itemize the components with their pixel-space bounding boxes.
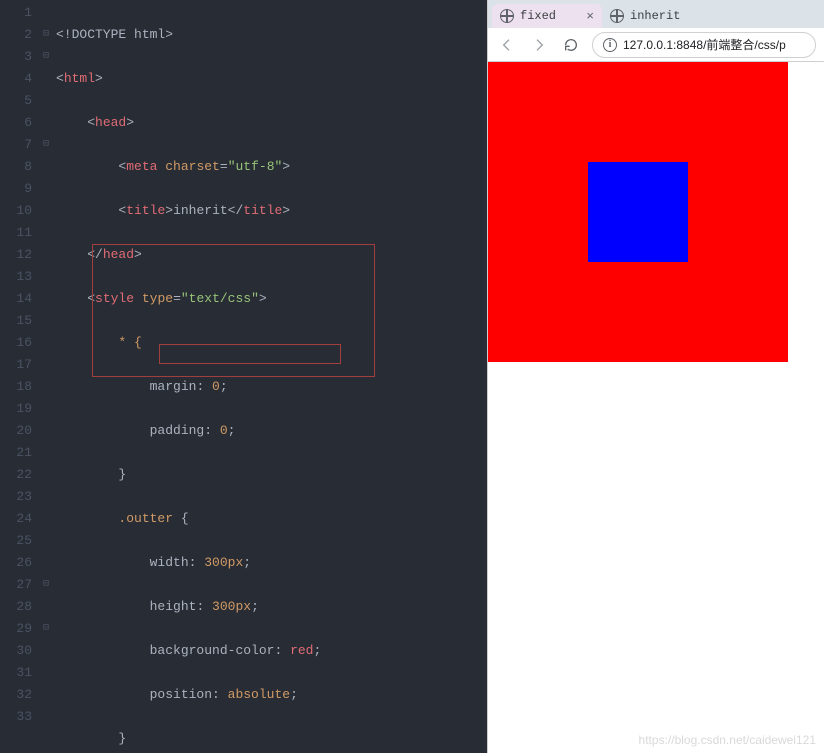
tab-fixed[interactable]: fixed × (492, 4, 602, 28)
code-doctype: <!DOCTYPE html> (56, 27, 173, 42)
back-button[interactable] (496, 34, 518, 56)
arrow-right-icon (531, 37, 547, 53)
watermark: https://blog.csdn.net/caidewei121 (639, 733, 816, 747)
globe-icon (610, 9, 624, 23)
inner-div (588, 162, 688, 262)
browser-toolbar: i 127.0.0.1:8848/前端整合/css/p (488, 28, 824, 62)
tab-inherit[interactable]: inherit (602, 4, 712, 28)
tab-label: inherit (630, 9, 680, 23)
page-viewport (488, 62, 824, 753)
arrow-left-icon (499, 37, 515, 53)
code-editor: 1234567891011121314151617181920212223242… (0, 0, 487, 753)
site-info-icon[interactable]: i (603, 38, 617, 52)
outter-div (488, 62, 788, 362)
close-icon[interactable]: × (586, 9, 594, 24)
code-area[interactable]: <!DOCTYPE html> <html> <head> <meta char… (52, 0, 487, 753)
tab-label: fixed (520, 9, 556, 23)
address-bar[interactable]: i 127.0.0.1:8848/前端整合/css/p (592, 32, 816, 58)
fold-gutter: ⊟⊟⊟⊟⊟ (40, 0, 52, 753)
reload-icon (563, 37, 579, 53)
tab-strip: fixed × inherit (488, 0, 824, 28)
forward-button[interactable] (528, 34, 550, 56)
globe-icon (500, 9, 514, 23)
line-number-gutter: 1234567891011121314151617181920212223242… (0, 0, 40, 753)
address-text: 127.0.0.1:8848/前端整合/css/p (623, 36, 786, 53)
reload-button[interactable] (560, 34, 582, 56)
browser-window: fixed × inherit i 127.0.0.1:8848/前端整合/cs… (487, 0, 824, 753)
